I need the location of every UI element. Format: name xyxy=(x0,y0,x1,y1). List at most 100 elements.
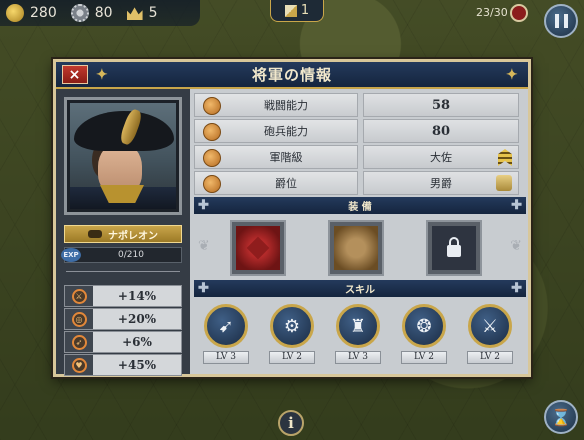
bonus-value: +45% xyxy=(117,358,157,372)
general-name-plate: ナポレオン xyxy=(64,225,182,243)
artillery-skill-icon: ➹ xyxy=(204,304,248,348)
fleur-de-lis-icon: ✦ xyxy=(506,67,519,83)
stat-value: 58 xyxy=(363,93,519,117)
skills-title: スキル xyxy=(345,285,375,296)
stats-table: 戦闘能力 58 砲兵能力 80 軍階級 大佐 爵位 男爵 xyxy=(194,93,524,197)
stat-value: 80 xyxy=(363,119,519,143)
bonus-value: +14% xyxy=(117,289,157,303)
fleur-de-lis-icon: ✦ xyxy=(96,67,109,83)
skill-1[interactable]: ➹ LV 3 xyxy=(200,304,252,364)
ornament-icon: ❦ xyxy=(198,238,210,254)
bonus-row-health: ♥ +45% xyxy=(64,354,182,376)
bonus-row-movement: ➶ +6% xyxy=(64,331,182,353)
skill-4[interactable]: ❂ LV 2 xyxy=(398,304,450,364)
cannon-icon xyxy=(203,123,221,141)
movement-icon: ➶ xyxy=(71,334,87,350)
stat-row-artillery: 砲兵能力 80 xyxy=(194,119,524,144)
stat-row-rank: 軍階級 大佐 xyxy=(194,145,524,170)
equipment-header: ✚ 装 備 ✚ xyxy=(194,197,526,214)
pause-icon xyxy=(554,14,559,28)
pause-button[interactable] xyxy=(544,4,578,38)
general-name: ナポレオン xyxy=(108,230,158,242)
command-crown-icon xyxy=(126,7,143,20)
stat-value-title: 男爵 xyxy=(363,171,519,195)
industry-gear-icon xyxy=(70,4,89,22)
supply-icon xyxy=(334,226,378,270)
artillery-class-icon xyxy=(88,230,102,238)
infantry-attack-icon: ⚔ xyxy=(71,288,87,304)
flag-icon xyxy=(284,4,297,17)
command-value: 5 xyxy=(148,5,158,21)
skills-panel: ➹ LV 3 ⚙ LV 2 ♜ LV 3 ❂ LV 2 ⚔ LV 2 xyxy=(194,298,526,376)
laurel-skill-icon: ❂ xyxy=(402,304,446,348)
skill-level: LV 3 xyxy=(203,351,249,364)
stat-row-combat: 戦闘能力 58 xyxy=(194,93,524,118)
rank-icon xyxy=(203,149,221,167)
wheel-skill-icon: ⚙ xyxy=(270,304,314,348)
dialog-titlebar: × ✦ 将軍の情報 ✦ xyxy=(56,62,528,89)
portrait-frame xyxy=(64,97,182,215)
crossed-swords-skill-icon: ⚔ xyxy=(468,304,512,348)
bonus-value: +6% xyxy=(122,335,152,349)
skill-level: LV 2 xyxy=(269,351,315,364)
plus-ornament-icon: ✚ xyxy=(198,198,209,213)
industry-value: 80 xyxy=(94,5,113,21)
skill-3[interactable]: ♜ LV 3 xyxy=(332,304,384,364)
general-portrait xyxy=(70,103,176,209)
gold-value: 280 xyxy=(30,5,57,21)
bonus-value: +20% xyxy=(117,312,157,326)
stat-value: 大佐 xyxy=(430,151,452,164)
skill-level: LV 2 xyxy=(401,351,447,364)
end-turn-button[interactable]: ⌛ xyxy=(544,400,578,434)
stat-value: 男爵 xyxy=(430,177,452,190)
ornament-divider xyxy=(66,271,180,279)
skill-level: LV 3 xyxy=(335,351,381,364)
stat-value-rank: 大佐 xyxy=(363,145,519,169)
skill-2[interactable]: ⚙ LV 2 xyxy=(266,304,318,364)
equipment-slot-3[interactable] xyxy=(426,220,482,276)
dialog-title: 将軍の情報 xyxy=(251,66,332,84)
artillery-attack-icon: ◎ xyxy=(71,311,87,327)
bonus-row-artillery: ◎ +20% xyxy=(64,308,182,330)
army-icon xyxy=(510,4,528,22)
equipment-panel: ❦ ❦ xyxy=(194,216,526,280)
pause-icon-bar xyxy=(563,14,568,28)
plus-ornament-icon: ✚ xyxy=(511,198,522,213)
exp-icon: EXP xyxy=(61,248,81,262)
chevron-rank-icon[interactable] xyxy=(498,149,512,166)
ornament-icon: ❦ xyxy=(510,238,522,254)
turn-value: 1 xyxy=(300,3,310,18)
plus-ornament-icon: ✚ xyxy=(511,281,522,296)
bonus-row-infantry: ⚔ +14% xyxy=(64,285,182,307)
close-button[interactable]: × xyxy=(62,65,88,84)
skill-5[interactable]: ⚔ LV 2 xyxy=(464,304,516,364)
equipment-slot-1[interactable] xyxy=(230,220,286,276)
lock-icon xyxy=(447,237,461,257)
stat-row-title: 爵位 男爵 xyxy=(194,171,524,196)
general-profile-panel: ナポレオン EXP 0/210 ⚔ +14% ◎ +20% ➶ +6% ♥ +4… xyxy=(56,89,190,377)
army-count: 23/30 xyxy=(476,6,508,19)
close-icon: × xyxy=(68,66,82,83)
skill-level: LV 2 xyxy=(467,351,513,364)
fortress-skill-icon: ♜ xyxy=(336,304,380,348)
plus-ornament-icon: ✚ xyxy=(198,281,209,296)
resource-bar: 280 80 5 xyxy=(0,0,200,26)
locked-slot xyxy=(432,226,476,270)
exp-value: 0/210 xyxy=(118,250,144,260)
hourglass-icon: ⌛ xyxy=(551,407,571,427)
info-icon: i xyxy=(288,414,294,432)
scroll-icon[interactable] xyxy=(496,175,512,191)
equipment-slot-2[interactable] xyxy=(328,220,384,276)
gold-coin-icon xyxy=(6,4,24,22)
skills-header: ✚ スキル ✚ xyxy=(194,280,526,297)
health-icon: ♥ xyxy=(71,357,87,373)
bonus-list: ⚔ +14% ◎ +20% ➶ +6% ♥ +45% xyxy=(64,285,182,377)
turn-counter: 1 xyxy=(270,0,324,22)
crown-icon xyxy=(203,175,221,193)
general-info-dialog: × ✦ 将軍の情報 ✦ ナポレオン EXP 0/210 ⚔ +14% ◎ +20… xyxy=(53,59,531,377)
exp-bar: EXP 0/210 xyxy=(61,247,182,263)
equipment-title: 装 備 xyxy=(348,202,372,213)
red-seal-icon xyxy=(236,226,280,270)
sword-icon xyxy=(203,97,221,115)
info-button[interactable]: i xyxy=(278,410,304,436)
